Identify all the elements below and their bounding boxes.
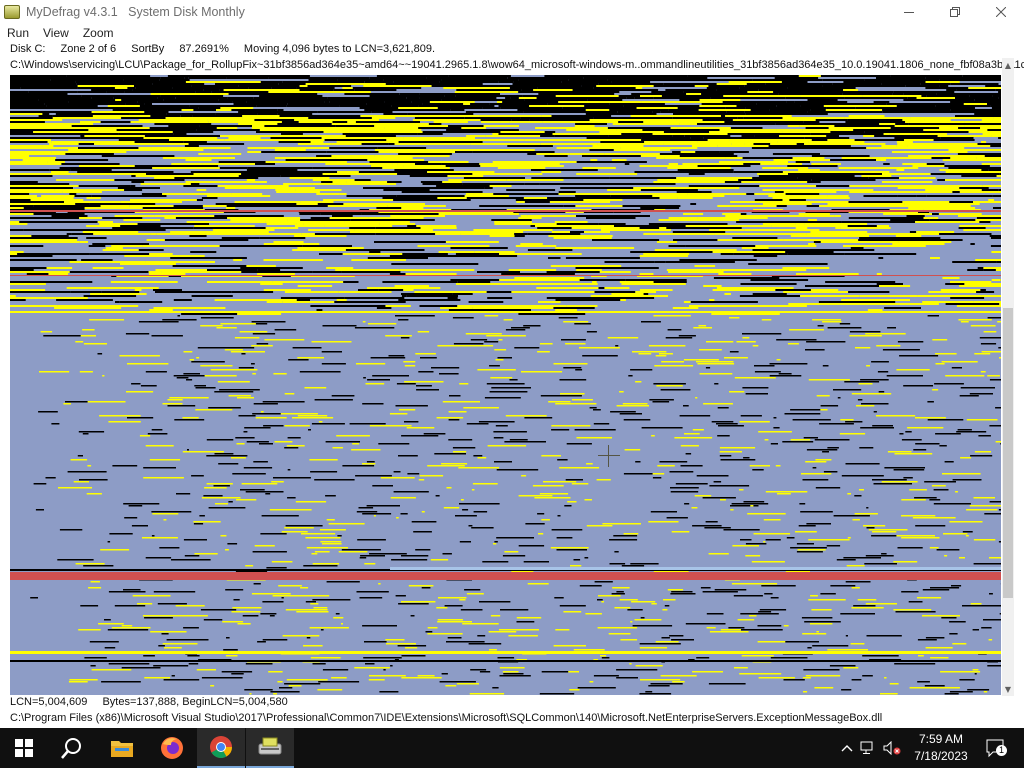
clock-date: 7/18/2023 [914,749,968,763]
close-button[interactable] [978,0,1024,24]
menu-view[interactable]: View [36,26,76,40]
disk-cluster-map[interactable] [10,75,1001,695]
search-icon [61,738,81,759]
scroll-down-arrow-icon[interactable]: ▼ [1002,682,1014,696]
menu-zoom[interactable]: Zoom [76,26,121,40]
notification-center-button[interactable]: 1 [984,737,1007,759]
minimize-icon [904,12,914,13]
title-bar: MyDefrag v4.3.1 System Disk Monthly [0,0,1024,24]
firefox-button[interactable] [148,728,196,768]
action-label: Moving 4,096 bytes to LCN=3,621,809. [243,43,436,55]
minimize-button[interactable] [886,0,932,24]
disk-label: Disk C: [10,43,46,55]
mydefrag-app-icon [4,5,20,19]
window-title-app: MyDefrag v4.3.1 [26,5,118,19]
percent-label: 87.2691% [179,43,229,55]
restore-button[interactable] [932,0,978,24]
hover-cluster-info: LCN=5,004,609 Bytes=137,888, BeginLCN=5,… [10,696,300,708]
file-explorer-button[interactable] [98,728,146,768]
taskbar-clock[interactable]: 7:59 AM 7/18/2023 [908,731,974,765]
notification-count: 1 [996,745,1007,756]
system-tray [838,728,904,768]
window-title-script: System Disk Monthly [128,5,245,19]
chrome-icon [210,736,232,758]
window-controls [886,0,1024,24]
volume-button[interactable] [880,741,904,755]
tray-expand-button[interactable] [838,744,856,752]
menu-bar: Run View Zoom [0,24,1024,42]
crosshair-cursor-icon [598,445,620,467]
taskbar: 7:59 AM 7/18/2023 1 [0,728,1024,768]
network-button[interactable] [856,741,880,755]
mydefrag-icon [258,737,282,755]
firefox-icon [161,737,183,759]
zone-label: Zone 2 of 6 [60,43,117,55]
clock-time: 7:59 AM [918,732,964,746]
vertical-scrollbar[interactable]: ▲ ▼ [1002,58,1014,696]
disk-map-canvas [10,75,1001,695]
chrome-button[interactable] [197,728,245,768]
progress-status: Disk C: Zone 2 of 6 SortBy 87.2691% Movi… [10,43,447,55]
menu-run[interactable]: Run [0,26,36,40]
scroll-up-arrow-icon[interactable]: ▲ [1002,58,1014,72]
lcn-label: LCN=5,004,609 [10,696,88,708]
scroll-thumb[interactable] [1003,308,1013,598]
volume-muted-icon [883,741,901,755]
search-button[interactable] [48,728,96,768]
network-icon [860,741,873,754]
bytes-label: Bytes=137,888, BeginLCN=5,004,580 [102,696,288,708]
hover-file-path: C:\Program Files (x86)\Microsoft Visual … [10,712,883,724]
restore-icon [950,7,960,17]
start-button[interactable] [0,728,48,768]
close-icon [996,7,1006,17]
windows-logo-icon [15,739,33,757]
chevron-up-icon [841,745,853,752]
folder-icon [111,741,133,757]
mydefrag-taskbar-button[interactable] [246,728,294,768]
current-file-path: C:\Windows\servicing\LCU\Package_for_Rol… [10,59,1024,71]
phase-label: SortBy [131,43,165,55]
